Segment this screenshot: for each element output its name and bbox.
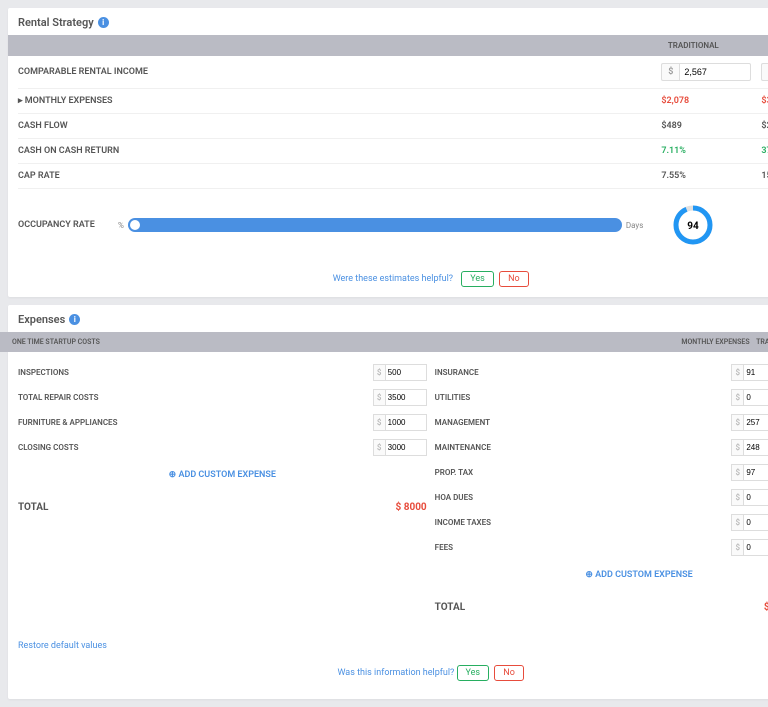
l-furn: FURNITURE & APPLIANCES	[18, 418, 373, 427]
rs-helpful-q: Were these estimates helpful?	[333, 274, 453, 284]
monthly-trad: $2,078	[643, 96, 743, 106]
l-hoa: HOA DUES	[435, 493, 732, 502]
l-mgmt: MANAGEMENT	[435, 418, 732, 427]
coc-airbnb: 37.57%	[743, 146, 768, 156]
occ-pct-label: %	[118, 221, 124, 230]
expenses-header: Expenses i	[8, 305, 768, 332]
mgmt-t[interactable]	[743, 414, 768, 431]
exp-yes-button[interactable]: Yes	[457, 665, 490, 681]
occ-airbnb-donut: 64	[743, 203, 768, 247]
l-repair: TOTAL REPAIR COSTS	[18, 393, 373, 402]
h-monthly: MONTHLY EXPENSES	[671, 338, 751, 346]
fees-t[interactable]	[743, 539, 768, 556]
rental-strategy-header: Rental Strategy i	[8, 8, 768, 35]
maint-t[interactable]	[743, 439, 768, 456]
cap-airbnb: 15.98%	[743, 171, 768, 181]
rs-no-button[interactable]: No	[499, 271, 529, 287]
col-traditional: TRADITIONAL	[643, 41, 743, 50]
row-monthly-label[interactable]: ▸ MONTHLY EXPENSES	[18, 96, 643, 106]
ptax-t[interactable]	[743, 464, 768, 481]
total-right-label: TOTAL	[435, 602, 736, 613]
h-onetime: ONE TIME STARTUP COSTS	[2, 338, 611, 346]
coc-trad: 7.11%	[643, 146, 743, 156]
h-trad: TRADITIONAL	[751, 338, 768, 346]
rental-strategy-columns: TRADITIONAL AIRBNB	[8, 35, 768, 56]
info-icon[interactable]: i	[98, 17, 109, 28]
total-t: $ 693	[735, 602, 768, 613]
itax-t[interactable]	[743, 514, 768, 531]
ins-t[interactable]	[743, 364, 768, 381]
row-cap-label: CAP RATE	[18, 171, 643, 181]
add-custom-left[interactable]: ⊕ ADD CUSTOM EXPENSE	[18, 460, 427, 490]
l-itax: INCOME TAXES	[435, 518, 732, 527]
cashflow-airbnb: $2,583	[743, 121, 768, 131]
l-util: UTILITIES	[435, 393, 732, 402]
hoa-t[interactable]	[743, 489, 768, 506]
add-custom-right[interactable]: ⊕ ADD CUSTOM EXPENSE	[435, 560, 768, 590]
row-coc-label: CASH ON CASH RETURN	[18, 146, 643, 156]
rental-strategy-title: Rental Strategy	[18, 16, 94, 29]
occ-trad-donut: 94	[643, 203, 743, 247]
row-income-label: COMPARABLE RENTAL INCOME	[18, 67, 643, 77]
row-occ-label: OCCUPANCY RATE	[18, 220, 118, 230]
l-ptax: PROP. TAX	[435, 468, 732, 477]
close-input[interactable]	[385, 439, 427, 456]
l-close: CLOSING COSTS	[18, 443, 373, 452]
l-ins: INSURANCE	[435, 368, 732, 377]
restore-link[interactable]: Restore default values	[18, 635, 768, 657]
income-trad-input[interactable]	[679, 63, 751, 81]
l-fees: FEES	[435, 543, 732, 552]
cashflow-trad: $489	[643, 121, 743, 131]
rs-yes-button[interactable]: Yes	[461, 271, 494, 287]
occ-days-label: Days	[626, 221, 643, 230]
monthly-airbnb: $3,516	[743, 96, 768, 106]
occ-toggle[interactable]	[128, 218, 622, 232]
info-icon[interactable]: i	[69, 314, 80, 325]
insp-input[interactable]	[385, 364, 427, 381]
svg-text:94: 94	[688, 221, 700, 232]
expenses-card: Expenses i ONE TIME STARTUP COSTS MONTHL…	[8, 305, 768, 699]
expenses-title: Expenses	[18, 313, 65, 326]
l-insp: INSPECTIONS	[18, 368, 373, 377]
exp-helpful-q: Was this information helpful?	[337, 668, 454, 678]
total-left-label: TOTAL	[18, 502, 386, 513]
cap-trad: 7.55%	[643, 171, 743, 181]
furn-input[interactable]	[385, 414, 427, 431]
col-airbnb: AIRBNB	[743, 41, 768, 50]
exp-no-button[interactable]: No	[494, 665, 524, 681]
repair-input[interactable]	[385, 389, 427, 406]
rental-strategy-card: Rental Strategy i TRADITIONAL AIRBNB COM…	[8, 8, 768, 297]
l-maint: MAINTENANCE	[435, 443, 732, 452]
row-cashflow-label: CASH FLOW	[18, 121, 643, 131]
util-t[interactable]	[743, 389, 768, 406]
total-left-val: $ 8000	[386, 502, 427, 513]
